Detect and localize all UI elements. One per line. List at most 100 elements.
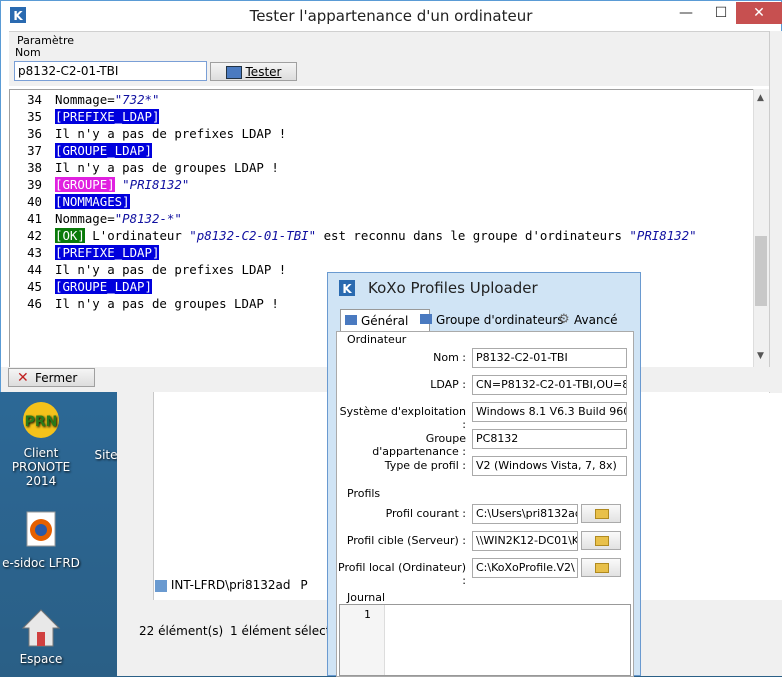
desktop-icon-espace[interactable]: Espace [0, 606, 86, 666]
console-line-number: 36 [27, 126, 42, 141]
group-membership-label: Groupe d'appartenance : [372, 432, 466, 458]
console-line: 38 Il n'y a pas de groupes LDAP ! [10, 159, 279, 176]
journal-line-number: 1 [364, 608, 371, 621]
status-selected: 1 élément sélectio [230, 624, 342, 638]
test-button[interactable]: Tester [210, 62, 297, 81]
computer-icon [345, 315, 357, 325]
desktop-icon-label: Espace [19, 652, 63, 666]
console-text: Il n'y a pas de groupes LDAP ! [55, 296, 279, 311]
console-line-number: 38 [27, 160, 42, 175]
console-line: 43 [PREFIXE_LDAP] [10, 244, 160, 261]
title-bar: K Tester l'appartenance d'un ordinateur … [1, 1, 782, 31]
folder-icon [595, 509, 609, 519]
desktop-icon-label: e-sidoc LFRD [2, 556, 80, 570]
status-count: 22 élément(s) [139, 624, 224, 638]
name-label: Nom [15, 46, 41, 59]
console-text: "PRI8132" [629, 228, 697, 243]
console-line: 44 Il n'y a pas de prefixes LDAP ! [10, 261, 286, 278]
os-field[interactable]: Windows 8.1 V6.3 Build 9600 [472, 402, 627, 422]
local-profile-field[interactable]: C:\KoXoProfile.V2\ [472, 558, 578, 578]
koxo-tabs: Général Groupe d'ordinateurs ⚙ Avancé [340, 309, 640, 332]
console-text: [NOMMAGES] [55, 194, 130, 209]
console-line: 45 [GROUPE_LDAP] [10, 278, 152, 295]
group-profils-title: Profils [347, 487, 381, 500]
pronote-icon: PRN [19, 400, 63, 444]
computer-group-icon [420, 314, 432, 324]
console-text: [PREFIXE_LDAP] [55, 245, 160, 260]
console-scrollbar[interactable]: ▲ ▼ [753, 89, 770, 367]
console-text: Il n'y a pas de prefixes LDAP ! [55, 126, 287, 141]
browse-local-profile-button[interactable] [581, 558, 621, 577]
close-window-button[interactable]: ✕ [736, 2, 782, 24]
desktop-icon-label: Client PRONOTE 2014 [11, 446, 71, 488]
group-ordinateur-title: Ordinateur [347, 333, 407, 346]
name-input[interactable]: p8132-C2-01-TBI [14, 61, 207, 81]
minimize-button[interactable]: — [666, 2, 706, 24]
console-text: L'ordinateur [84, 228, 190, 243]
console-text: Il n'y a pas de prefixes LDAP ! [55, 262, 287, 277]
console-text: "PRI8132" [122, 177, 190, 192]
console-text: est reconnu dans le groupe d'ordinateurs [316, 228, 630, 243]
browse-current-profile-button[interactable] [581, 504, 621, 523]
home-icon [19, 606, 63, 650]
console-line: 42 [OK] L'ordinateur "p8132-C2-01-TBI" es… [10, 227, 697, 244]
console-line: 46 Il n'y a pas de groupes LDAP ! [10, 295, 279, 312]
os-label: Système d'exploitation : [339, 405, 466, 431]
group-membership-field[interactable]: PC8132 [472, 429, 627, 449]
desktop-icon-pronote[interactable]: PRN Client PRONOTE 2014 [0, 400, 86, 488]
browse-target-profile-button[interactable] [581, 531, 621, 550]
console-line: 34 Nommage="732*" [10, 91, 159, 108]
console-line: 39 [GROUPE] "PRI8132" [10, 176, 189, 193]
console-line-number: 40 [27, 194, 42, 209]
current-profile-label: Profil courant : [385, 507, 466, 520]
console-line-number: 46 [27, 296, 42, 311]
console-text: "p8132-C2-01-TBI" [189, 228, 317, 243]
console-line-number: 41 [27, 211, 42, 226]
console-text: Il n'y a pas de groupes LDAP ! [55, 160, 279, 175]
console-text: "P8132-*" [114, 211, 182, 226]
target-profile-field[interactable]: \\WIN2K12-DC01\KoX [472, 531, 578, 551]
folder-icon [595, 536, 609, 546]
console-line: 36 Il n'y a pas de prefixes LDAP ! [10, 125, 286, 142]
journal-log[interactable]: 1 [339, 604, 631, 676]
ldap-field[interactable]: CN=P8132-C2-01-TBI,OU=813 [472, 375, 627, 395]
right-side-panel [769, 31, 782, 393]
ldap-label: LDAP : [430, 378, 466, 391]
nom-field[interactable]: P8132-C2-01-TBI [472, 348, 627, 368]
close-button[interactable]: ✕ Fermer [8, 368, 95, 387]
firefox-icon [19, 510, 63, 554]
console-line-number: 44 [27, 262, 42, 277]
group-journal-title: Journal [347, 591, 386, 604]
profile-type-field[interactable]: V2 (Windows Vista, 7, 8x) [472, 456, 627, 476]
svg-text:K: K [342, 282, 352, 296]
console-line: 41 Nommage="P8132-*" [10, 210, 182, 227]
local-profile-label: Profil local (Ordinateur) : [338, 561, 466, 587]
console-text: [OK] [55, 228, 85, 243]
scroll-up-icon[interactable]: ▲ [757, 93, 764, 103]
test-button-label: Tester [245, 65, 282, 79]
desktop-icon-esidoc[interactable]: e-sidoc LFRD [0, 510, 86, 570]
koxo-icon: K [338, 279, 356, 297]
scroll-down-icon[interactable]: ▼ [757, 351, 764, 361]
folder-icon [595, 563, 609, 573]
profile-type-label: Type de profil : [384, 459, 466, 472]
console-line-number: 39 [27, 177, 42, 192]
user-icon [155, 579, 167, 592]
console-text: [GROUPE_LDAP] [55, 143, 152, 158]
console-line: 35 [PREFIXE_LDAP] [10, 108, 160, 125]
koxo-dialog-title: KoXo Profiles Uploader [368, 279, 538, 297]
computer-icon [225, 66, 242, 79]
explorer-address-text: INT-LFRD\pri8132ad [170, 578, 291, 592]
close-x-icon: ✕ [17, 370, 29, 386]
tab-computer-group[interactable]: Groupe d'ordinateurs [416, 309, 568, 331]
tab-computer-group-label: Groupe d'ordinateurs [436, 313, 564, 327]
console-line: 40 [NOMMAGES] [10, 193, 130, 210]
maximize-button[interactable]: ☐ [701, 2, 741, 24]
console-scroll-thumb[interactable] [755, 236, 767, 306]
tab-advanced[interactable]: ⚙ Avancé [554, 309, 654, 331]
console-text: Nommage= [55, 211, 115, 226]
current-profile-field[interactable]: C:\Users\pri8132ad\ [472, 504, 578, 524]
console-line-number: 45 [27, 279, 42, 294]
explorer-address-extra: P [300, 578, 308, 592]
gear-icon: ⚙ [558, 312, 570, 327]
